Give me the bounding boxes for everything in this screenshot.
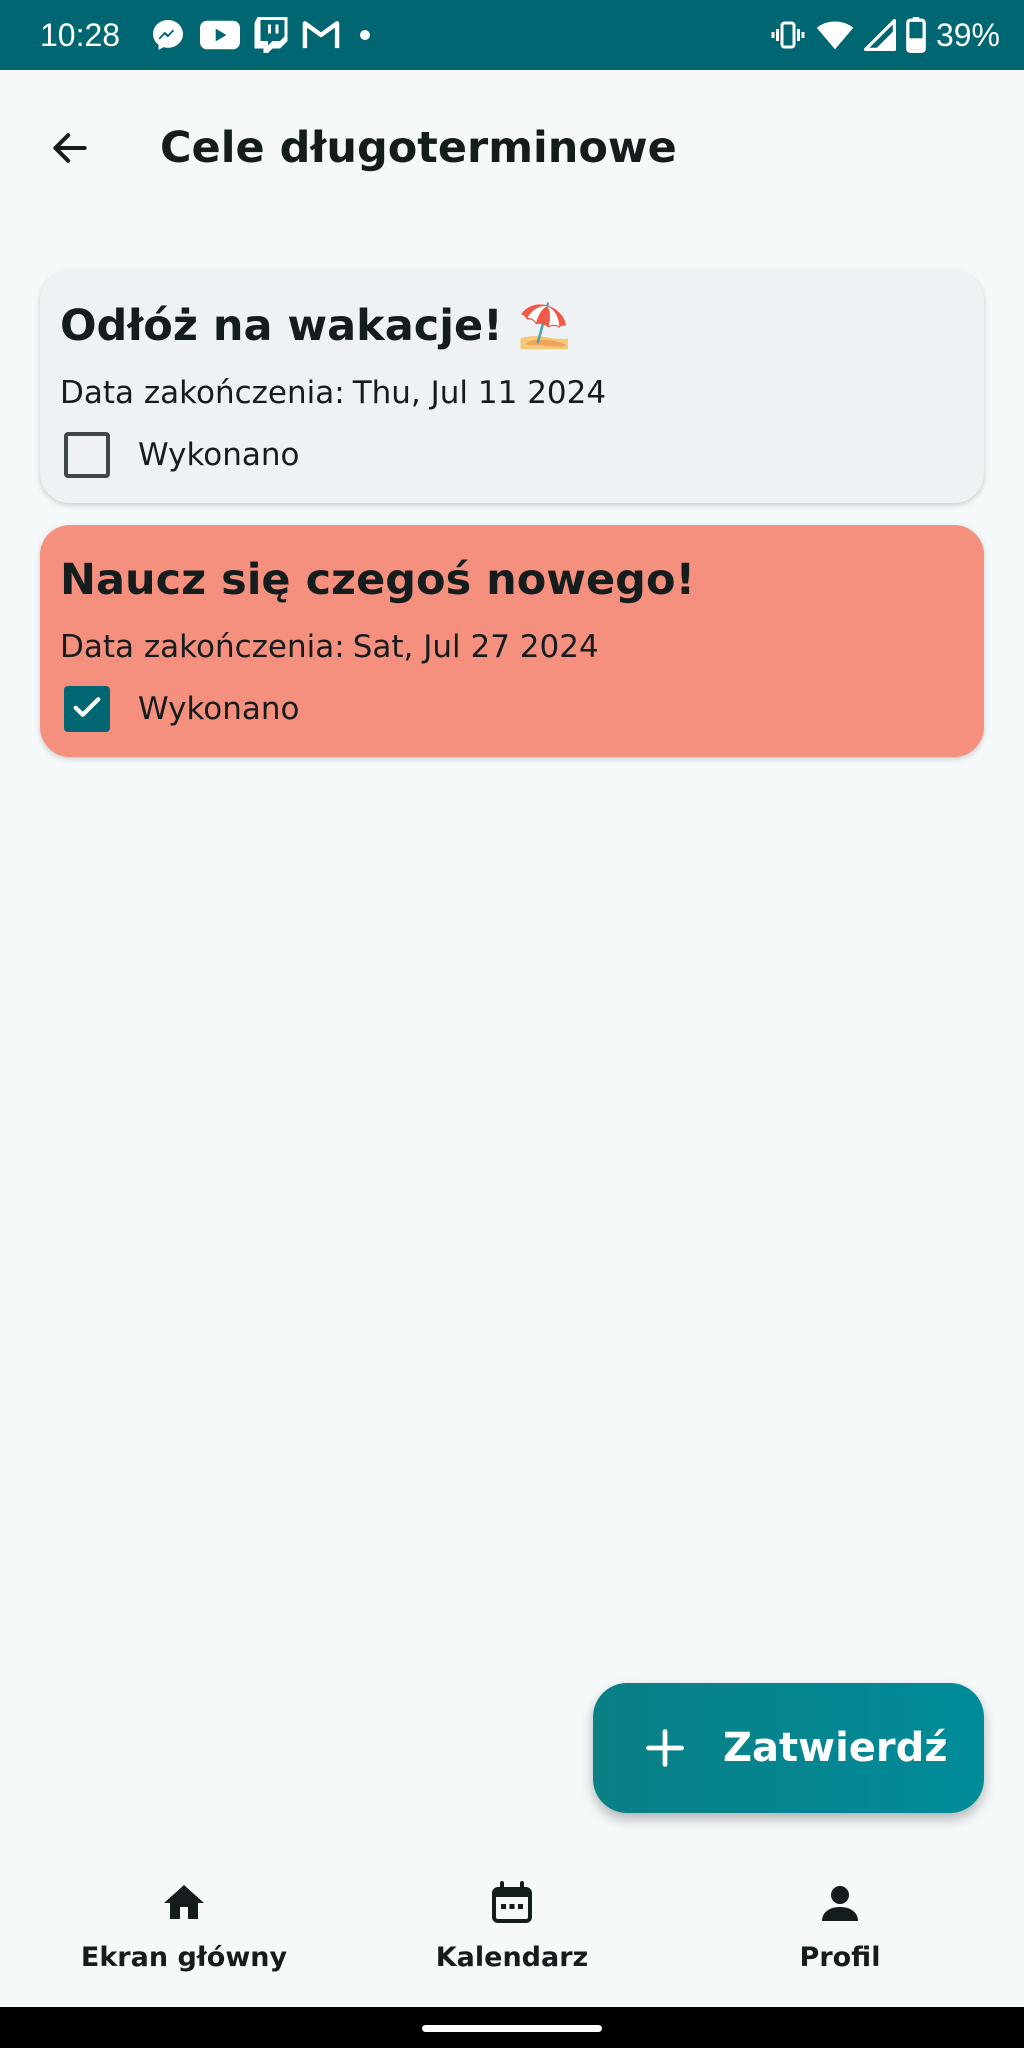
goal-title: Odłóż na wakacje! ⛱️ xyxy=(60,301,572,351)
goal-card: Naucz się czegoś nowego! Data zakończeni… xyxy=(40,525,984,757)
done-label: Wykonano xyxy=(138,437,300,473)
twitch-icon xyxy=(254,17,288,53)
nav-label: Ekran główny xyxy=(80,1942,288,1973)
battery-percent: 39% xyxy=(935,17,1000,53)
status-time: 10:28 xyxy=(40,17,121,53)
system-navigation-bar xyxy=(0,2007,1024,2048)
notification-icons xyxy=(150,15,376,55)
nav-item-calendar[interactable]: Kalendarz xyxy=(362,1855,662,2007)
nav-item-profile[interactable]: Profil xyxy=(690,1855,990,2007)
fab-label: Zatwierdź xyxy=(723,1725,948,1771)
done-checkbox-row[interactable]: Wykonano xyxy=(64,425,300,485)
page-title: Cele długoterminowe xyxy=(160,123,677,173)
goal-card: Odłóż na wakacje! ⛱️ Data zakończenia: Th… xyxy=(40,271,984,503)
bottom-navigation: Ekran główny Kalendarz Profil xyxy=(0,1855,1024,2007)
done-checkbox[interactable] xyxy=(64,432,110,478)
done-checkbox-row[interactable]: Wykonano xyxy=(64,679,300,739)
check-icon xyxy=(70,690,104,728)
end-date-label: Data zakończenia: xyxy=(60,375,345,411)
goal-end-date: Data zakończenia: Sat, Jul 27 2024 xyxy=(60,625,599,669)
wifi-icon xyxy=(816,19,854,51)
person-icon xyxy=(816,1879,864,1927)
status-bar: 10:28 39% xyxy=(0,0,1024,70)
done-label: Wykonano xyxy=(138,691,300,727)
nav-item-home[interactable]: Ekran główny xyxy=(34,1855,334,2007)
cell-signal-icon xyxy=(863,19,896,51)
messenger-icon xyxy=(150,17,186,53)
goal-title: Naucz się czegoś nowego! xyxy=(60,555,696,605)
home-icon xyxy=(160,1879,208,1927)
done-checkbox[interactable] xyxy=(64,686,110,732)
back-button[interactable] xyxy=(32,112,108,188)
home-gesture-handle[interactable] xyxy=(422,2025,602,2032)
dot-icon xyxy=(354,24,376,46)
plus-icon xyxy=(643,1726,687,1770)
end-date-label: Data zakończenia: xyxy=(60,629,345,665)
battery-icon xyxy=(906,17,926,53)
calendar-icon xyxy=(488,1879,536,1927)
goal-end-date: Data zakończenia: Thu, Jul 11 2024 xyxy=(60,371,606,415)
nav-label: Kalendarz xyxy=(435,1942,589,1973)
nav-label: Profil xyxy=(799,1942,881,1973)
end-date-value: Thu, Jul 11 2024 xyxy=(352,375,607,411)
end-date-value: Sat, Jul 27 2024 xyxy=(352,629,599,665)
confirm-fab-button[interactable]: Zatwierdź xyxy=(593,1683,984,1813)
vibrate-icon xyxy=(770,17,806,53)
youtube-icon xyxy=(200,19,240,51)
gmail-icon xyxy=(302,20,340,50)
arrow-back-icon xyxy=(48,126,92,174)
system-icons: 39% xyxy=(770,13,1000,57)
